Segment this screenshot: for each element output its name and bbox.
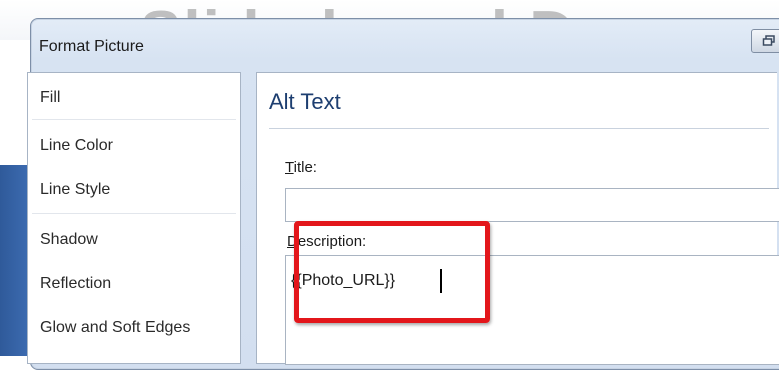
section-heading: Alt Text <box>269 89 341 114</box>
text-cursor <box>440 269 442 293</box>
description-value: {{Photo_URL}} <box>291 272 396 289</box>
category-list: Fill Line Color Line Style Shadow Reflec… <box>27 72 241 364</box>
nav-item-shadow[interactable]: Shadow <box>28 221 240 259</box>
restore-button[interactable] <box>751 29 779 53</box>
title-label: Title: <box>285 159 317 176</box>
description-label-mnemonic: D <box>287 233 298 250</box>
nav-item-glow-soft-edges[interactable]: Glow and Soft Edges <box>28 309 240 347</box>
nav-item-reflection[interactable]: Reflection <box>28 265 240 303</box>
nav-item-fill[interactable]: Fill <box>28 79 240 117</box>
title-input[interactable] <box>285 188 779 222</box>
title-label-mnemonic: T <box>285 159 294 176</box>
restore-icon <box>762 35 775 46</box>
nav-item-line-color[interactable]: Line Color <box>28 127 240 165</box>
description-label-text: escription: <box>297 233 367 250</box>
nav-divider <box>32 119 236 120</box>
alt-text-panel: Alt Text Title: Description: {{Photo_URL… <box>256 72 779 365</box>
nav-divider <box>32 213 236 214</box>
nav-item-line-style[interactable]: Line Style <box>28 171 240 209</box>
heading-divider <box>269 128 769 129</box>
dialog-title: Format Picture <box>39 38 144 55</box>
description-label: Description: <box>287 233 366 250</box>
title-label-text: itle: <box>293 159 317 176</box>
